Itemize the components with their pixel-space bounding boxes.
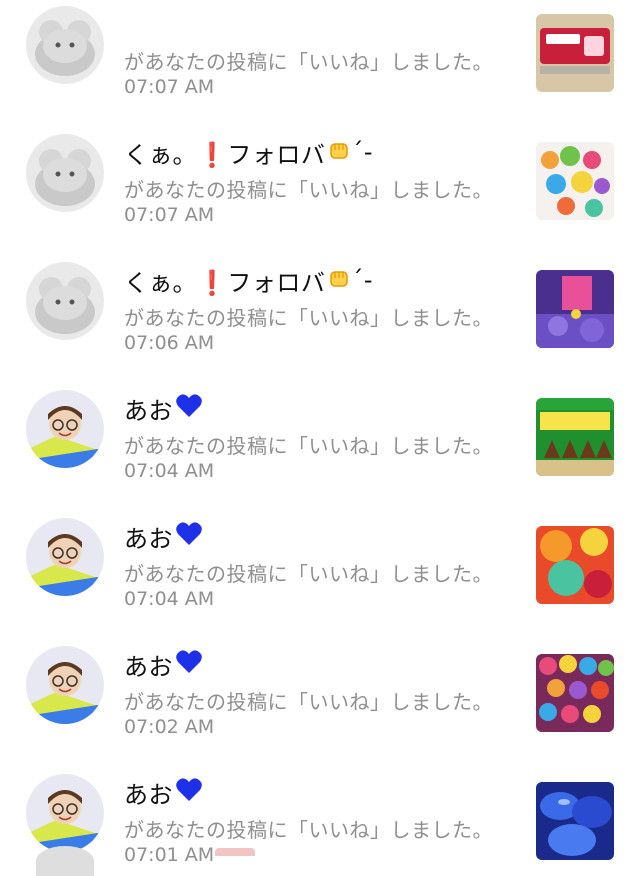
notification-row[interactable]: があなたの投稿に「いいね」しました。 07:07 AM (0, 0, 640, 98)
post-thumbnail[interactable] (536, 270, 614, 348)
user-name-line[interactable]: あお (124, 519, 203, 554)
post-thumbnail[interactable] (536, 14, 614, 92)
raised-fist-icon (327, 138, 351, 166)
user-name-line[interactable]: あお (124, 391, 203, 426)
like-message: があなたの投稿に「いいね」しました。 (124, 50, 493, 74)
blue-heart-icon (175, 777, 203, 807)
user-avatar[interactable] (26, 134, 104, 212)
notification-row[interactable]: あお があなたの投稿に「いいね」しました。 07:02 AM (0, 604, 640, 738)
blue-heart-icon (175, 521, 203, 551)
user-name[interactable]: くぁ。❗フォロバ (124, 135, 325, 170)
user-name-line[interactable]: くぁ。❗フォロバ ´- (124, 135, 374, 170)
user-avatar[interactable] (26, 262, 104, 340)
like-message: があなたの投稿に「いいね」しました。 (124, 690, 493, 714)
like-message: があなたの投稿に「いいね」しました。 (124, 306, 493, 330)
user-avatar[interactable] (26, 646, 104, 724)
like-message: があなたの投稿に「いいね」しました。 (124, 562, 493, 586)
user-name[interactable]: あお (124, 519, 173, 554)
notification-row[interactable]: くぁ。❗フォロバ ´- があなたの投稿に「いいね」しました。 07:06 AM (0, 220, 640, 354)
user-avatar[interactable] (26, 390, 104, 468)
user-name-line[interactable]: くぁ。❗フォロバ ´- (124, 263, 374, 298)
post-thumbnail[interactable] (536, 398, 614, 476)
notification-row-partial (0, 836, 640, 876)
user-name-line[interactable]: あお (124, 775, 203, 810)
user-name-fragment (215, 848, 255, 856)
user-name[interactable]: くぁ。❗フォロバ (124, 263, 325, 298)
user-name[interactable]: あお (124, 647, 173, 682)
like-message: があなたの投稿に「いいね」しました。 (124, 178, 493, 202)
blue-heart-icon (175, 649, 203, 679)
user-name-suffix: ´- (351, 138, 374, 166)
notification-row[interactable]: あお があなたの投稿に「いいね」しました。 07:04 AM (0, 476, 640, 610)
notification-row[interactable]: くぁ。❗フォロバ ´- があなたの投稿に「いいね」しました。 07:07 AM (0, 92, 640, 226)
post-thumbnail[interactable] (536, 526, 614, 604)
raised-fist-icon (327, 266, 351, 294)
post-thumbnail[interactable] (536, 142, 614, 220)
blue-heart-icon (175, 393, 203, 423)
user-avatar (36, 846, 94, 876)
user-name[interactable]: あお (124, 391, 173, 426)
user-avatar[interactable] (26, 518, 104, 596)
user-name-suffix: ´- (351, 266, 374, 294)
like-message: があなたの投稿に「いいね」しました。 (124, 434, 493, 458)
notification-row[interactable]: あお があなたの投稿に「いいね」しました。 07:04 AM (0, 348, 640, 482)
notification-list: があなたの投稿に「いいね」しました。 07:07 AM くぁ。❗フォロバ ´- … (0, 0, 640, 866)
user-name-line[interactable]: あお (124, 647, 203, 682)
user-avatar[interactable] (26, 6, 104, 84)
user-name[interactable]: あお (124, 775, 173, 810)
post-thumbnail[interactable] (536, 654, 614, 732)
